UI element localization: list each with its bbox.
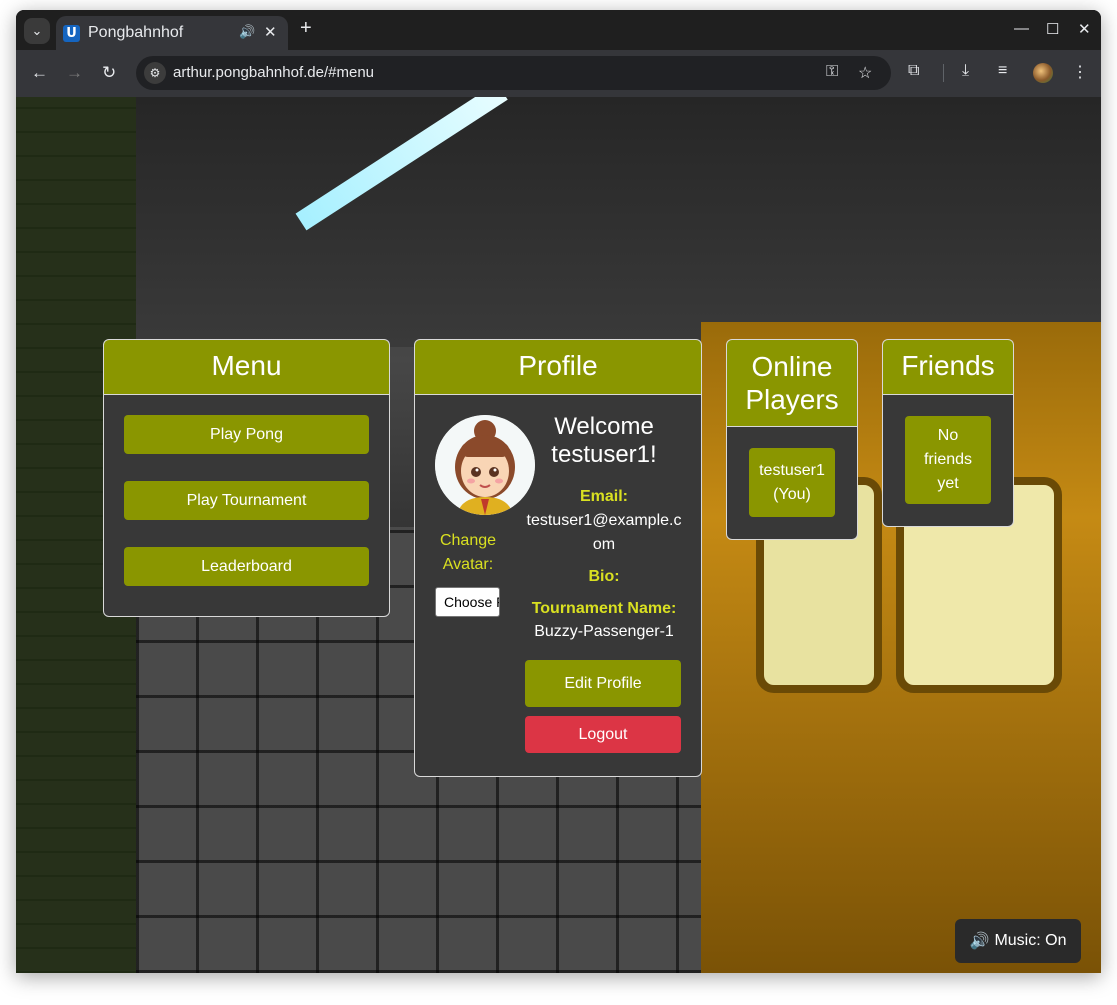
online-players-body: testuser1 (You)	[726, 426, 858, 540]
downloads-icon[interactable]: ⤓	[962, 62, 969, 80]
browser-window: ⌄ U Pongbahnhof 🔊 ✕ + — ☐ ✕ ← → ↻ ⚙ arth…	[16, 10, 1101, 973]
back-arrow-icon[interactable]: ←	[31, 63, 48, 83]
browser-tab[interactable]: U Pongbahnhof 🔊 ✕	[56, 16, 288, 50]
online-players-title: Online Players	[745, 351, 839, 415]
no-friends-message: No friends yet	[905, 416, 991, 504]
site-favicon-icon: U	[63, 25, 80, 42]
new-tab-button[interactable]: +	[300, 17, 312, 40]
forward-arrow-icon[interactable]: →	[66, 63, 83, 83]
welcome-heading: Welcome testuser1!	[551, 413, 657, 468]
speaker-icon: 🔊	[969, 933, 990, 950]
site-info-icon[interactable]: ⚙	[144, 62, 166, 84]
menu-panel: Menu Play Pong Play Tournament Leaderboa…	[103, 339, 390, 617]
profile-title: Profile	[518, 350, 598, 381]
online-players-header: Online Players	[726, 339, 858, 426]
tournament-name-label: Tournament Name:	[531, 600, 677, 617]
tab-strip: ⌄ U Pongbahnhof 🔊 ✕ + — ☐ ✕	[16, 10, 1101, 50]
profile-panel-header: Profile	[414, 339, 702, 394]
close-window-button[interactable]: ✕	[1078, 20, 1091, 38]
menu-panel-header: Menu	[103, 339, 390, 394]
station-ceiling	[16, 97, 1101, 347]
audio-playing-icon[interactable]: 🔊	[239, 24, 255, 40]
game-scene: Menu Play Pong Play Tournament Leaderboa…	[16, 97, 1101, 973]
leaderboard-button[interactable]: Leaderboard	[124, 547, 369, 586]
tournament-name-value: Buzzy-Passenger-1	[534, 623, 674, 640]
online-player-item[interactable]: testuser1 (You)	[749, 448, 835, 517]
user-avatar	[435, 415, 535, 515]
avatar-girl-icon	[435, 415, 535, 515]
logout-button[interactable]: Logout	[525, 716, 681, 753]
minimize-button[interactable]: —	[1014, 20, 1029, 37]
email-label: Email:	[579, 488, 628, 505]
tab-title: Pongbahnhof	[88, 24, 184, 41]
choose-file-button[interactable]: Choose File	[435, 587, 500, 617]
profile-panel-body: Change Avatar: Choose File Welcome testu…	[414, 394, 702, 777]
toolbar-divider	[943, 64, 944, 82]
tab-search-icon[interactable]: ⌄	[24, 18, 50, 44]
extensions-icon[interactable]: ⧉	[908, 62, 919, 80]
menu-panel-body: Play Pong Play Tournament Leaderboard	[103, 394, 390, 617]
profile-panel: Profile Change Avatar: Choose Welcome te…	[414, 339, 702, 777]
address-bar[interactable]: ⚙ arthur.pongbahnhof.de/#menu ⚿ ☆	[136, 56, 891, 90]
maximize-button[interactable]: ☐	[1046, 20, 1059, 38]
email-value: testuser1@example.com	[526, 512, 682, 553]
url-text[interactable]: arthur.pongbahnhof.de/#menu	[173, 64, 374, 81]
friends-panel-header: Friends	[882, 339, 1014, 394]
profile-avatar-icon[interactable]	[1033, 63, 1053, 83]
friends-title: Friends	[901, 350, 995, 381]
bookmark-star-icon[interactable]: ☆	[858, 63, 872, 83]
browser-toolbar: ← → ↻ ⚙ arthur.pongbahnhof.de/#menu ⚿ ☆ …	[16, 50, 1101, 97]
bio-label: Bio:	[588, 568, 620, 585]
play-tournament-button[interactable]: Play Tournament	[124, 481, 369, 520]
reload-icon[interactable]: ↻	[102, 63, 116, 83]
music-toggle-button[interactable]: 🔊 Music: On	[955, 919, 1081, 963]
more-menu-icon[interactable]: ⋮	[1072, 62, 1088, 82]
music-toggle-label: Music: On	[994, 932, 1067, 949]
menu-title: Menu	[211, 350, 282, 381]
close-tab-icon[interactable]: ✕	[264, 23, 277, 41]
password-key-icon[interactable]: ⚿	[826, 63, 838, 81]
media-control-icon[interactable]: ≡	[998, 62, 1007, 80]
friends-panel: Friends No friends yet	[882, 339, 1014, 527]
change-avatar-label: Change Avatar:	[439, 532, 497, 573]
edit-profile-button[interactable]: Edit Profile	[525, 660, 681, 707]
play-pong-button[interactable]: Play Pong	[124, 415, 369, 454]
online-players-panel: Online Players testuser1 (You)	[726, 339, 858, 540]
friends-panel-body: No friends yet	[882, 394, 1014, 527]
